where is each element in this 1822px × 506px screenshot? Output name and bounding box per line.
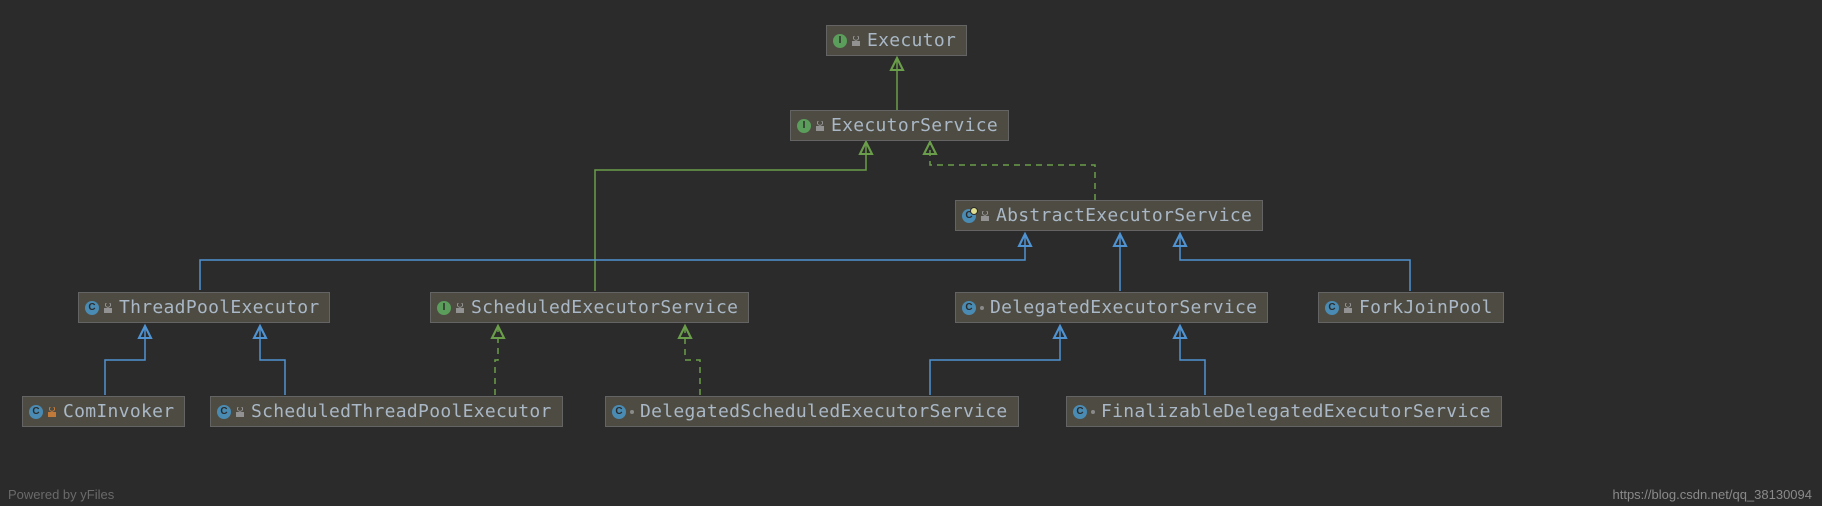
class-icon: C: [962, 301, 976, 315]
node-label: ExecutorService: [831, 115, 998, 136]
lock-icon: [815, 121, 825, 131]
class-icon: C: [29, 405, 43, 419]
node-abstract-executor-service[interactable]: C AbstractExecutorService: [955, 200, 1263, 231]
node-executor-service[interactable]: I ExecutorService: [790, 110, 1009, 141]
node-thread-pool-executor[interactable]: C ThreadPoolExecutor: [78, 292, 330, 323]
lock-icon: [455, 303, 465, 313]
node-executor[interactable]: I Executor: [826, 25, 967, 56]
lock-icon: [980, 211, 990, 221]
lock-icon: [47, 407, 57, 417]
watermark-left: Powered by yFiles: [8, 487, 114, 502]
node-finalizable-delegated-executor-service[interactable]: C FinalizableDelegatedExecutorService: [1066, 396, 1502, 427]
visibility-dot-icon: [980, 306, 984, 310]
node-scheduled-executor-service[interactable]: I ScheduledExecutorService: [430, 292, 749, 323]
watermark-right: https://blog.csdn.net/qq_38130094: [1613, 487, 1813, 502]
class-icon: C: [1325, 301, 1339, 315]
interface-icon: I: [833, 34, 847, 48]
lock-icon: [235, 407, 245, 417]
node-label: DelegatedScheduledExecutorService: [640, 401, 1008, 422]
edges-layer: [0, 0, 1822, 506]
node-label: ScheduledExecutorService: [471, 297, 738, 318]
class-icon: C: [85, 301, 99, 315]
class-icon: C: [612, 405, 626, 419]
lock-icon: [1343, 303, 1353, 313]
node-label: ComInvoker: [63, 401, 174, 422]
node-scheduled-thread-pool-executor[interactable]: C ScheduledThreadPoolExecutor: [210, 396, 563, 427]
node-label: ForkJoinPool: [1359, 297, 1493, 318]
interface-icon: I: [437, 301, 451, 315]
node-delegated-executor-service[interactable]: C DelegatedExecutorService: [955, 292, 1268, 323]
visibility-dot-icon: [1091, 410, 1095, 414]
lock-icon: [103, 303, 113, 313]
class-icon: C: [1073, 405, 1087, 419]
class-icon: C: [217, 405, 231, 419]
visibility-dot-icon: [630, 410, 634, 414]
lock-icon: [851, 36, 861, 46]
node-delegated-scheduled-executor-service[interactable]: C DelegatedScheduledExecutorService: [605, 396, 1019, 427]
node-label: AbstractExecutorService: [996, 205, 1252, 226]
node-label: FinalizableDelegatedExecutorService: [1101, 401, 1491, 422]
diagram-stage: I Executor I ExecutorService C AbstractE…: [0, 0, 1822, 506]
node-label: DelegatedExecutorService: [990, 297, 1257, 318]
abstract-class-icon: C: [962, 209, 976, 223]
node-label: Executor: [867, 30, 956, 51]
node-fork-join-pool[interactable]: C ForkJoinPool: [1318, 292, 1504, 323]
node-com-invoker[interactable]: C ComInvoker: [22, 396, 185, 427]
interface-icon: I: [797, 119, 811, 133]
node-label: ThreadPoolExecutor: [119, 297, 319, 318]
node-label: ScheduledThreadPoolExecutor: [251, 401, 552, 422]
